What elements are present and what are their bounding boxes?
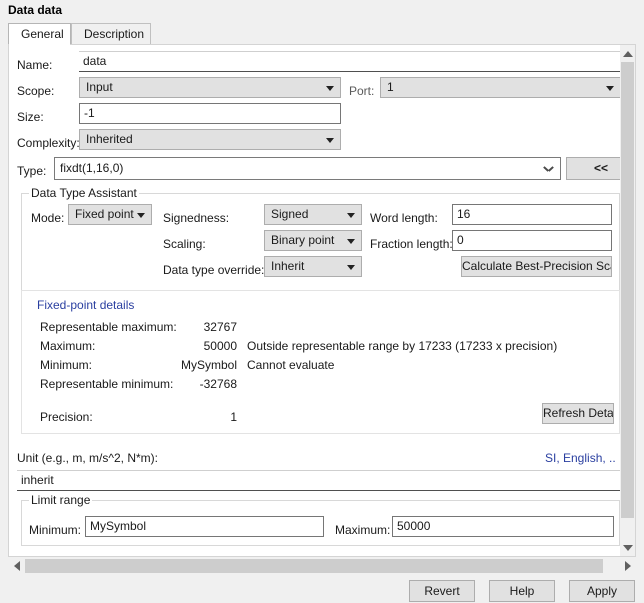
unit-input[interactable]: inherit [17,470,621,491]
tab-description[interactable]: Description [71,23,151,44]
scroll-up-button[interactable] [620,45,635,62]
port-value: 1 [387,80,394,94]
chevron-down-icon [544,165,553,174]
data-type-override-value: Inherit [271,259,304,273]
tab-general[interactable]: General [8,23,71,44]
limit-maximum-input[interactable]: 50000 [392,516,614,537]
complexity-value: Inherited [86,132,133,146]
type-value: fixdt(1,16,0) [60,161,123,175]
detail-label-maximum: Maximum: [40,338,95,354]
caret-down-icon [326,86,334,91]
chevron-down-icon [623,545,633,551]
chevron-up-icon [623,51,633,57]
scroll-right-button[interactable] [619,558,636,574]
data-type-override-label: Data type override: [163,262,264,278]
size-label: Size: [17,109,44,125]
name-label: Name: [17,57,52,73]
limit-minimum-input[interactable]: MySymbol [85,516,324,537]
scope-label: Scope: [17,83,54,99]
type-combobox[interactable]: fixdt(1,16,0) [54,157,561,180]
complexity-label: Complexity: [17,135,80,151]
caret-down-icon [326,138,334,143]
page-title: Data data [8,3,62,17]
detail-value-minimum: MySymbol [137,357,237,373]
scope-combobox[interactable]: Input [79,77,341,98]
group-top-right-rule [139,193,620,194]
unit-si-english-link[interactable]: SI, English, .. [545,450,616,466]
settings-scroll-pane: Name: data Scope: Input Port: 1 Size: -1… [8,44,636,557]
detail-value-representable-maximum: 32767 [137,319,237,335]
caret-down-icon [137,213,145,218]
size-input[interactable]: -1 [79,103,341,124]
limit-maximum-label: Maximum: [335,522,390,538]
data-properties-dialog: Data data General Description Name: data… [0,0,644,603]
calculate-best-precision-scaling-button[interactable]: Calculate Best-Precision Scaling [461,256,612,277]
scaling-label: Scaling: [163,236,206,252]
mode-label: Mode: [31,210,64,226]
scaling-value: Binary point [271,233,334,247]
caret-down-icon [606,86,614,91]
revert-button[interactable]: Revert [409,580,475,602]
scroll-down-button[interactable] [620,539,635,556]
data-type-assistant-caption: Data Type Assistant [31,186,137,200]
scaling-combobox[interactable]: Binary point [264,230,362,251]
word-length-input[interactable]: 16 [452,204,612,225]
horizontal-scroll-thumb[interactable] [25,559,603,573]
scope-value: Input [86,80,113,94]
fixed-point-details-link[interactable]: Fixed-point details [37,297,134,313]
caret-down-icon [347,239,355,244]
scroll-left-button[interactable] [8,558,25,574]
vertical-scroll-thumb[interactable] [621,62,634,518]
word-length-label: Word length: [370,210,438,226]
signedness-combobox[interactable]: Signed [264,204,362,225]
port-combobox[interactable]: 1 [380,77,621,98]
limit-range-top-left-rule [21,500,29,501]
vertical-scrollbar[interactable] [620,45,635,556]
fraction-length-label: Fraction length: [370,236,453,252]
fraction-length-input[interactable]: 0 [452,230,612,251]
data-type-override-combobox[interactable]: Inherit [264,256,362,277]
caret-down-icon [347,213,355,218]
detail-label-minimum: Minimum: [40,357,92,373]
detail-label-precision: Precision: [40,409,93,425]
detail-value-representable-minimum: -32768 [137,376,237,392]
mode-value: Fixed point [75,207,134,221]
detail-value-maximum: 50000 [137,338,237,354]
apply-button[interactable]: Apply [569,580,635,602]
group-top-left-rule [21,193,29,194]
caret-down-icon [347,265,355,270]
detail-value-precision: 1 [137,409,237,425]
tab-active-seam [9,44,70,45]
limit-range-caption: Limit range [31,493,90,507]
horizontal-scrollbar[interactable] [8,558,636,574]
tabstrip: General Description [8,23,636,45]
detail-note-maximum: Outside representable range by 17233 (17… [247,338,557,354]
unit-label: Unit (e.g., m, m/s^2, N*m): [17,450,158,466]
signedness-label: Signedness: [163,210,229,226]
name-input[interactable]: data [79,51,621,72]
type-label: Type: [17,163,46,179]
detail-note-minimum: Cannot evaluate [247,357,334,373]
refresh-details-button[interactable]: Refresh Details [542,403,614,424]
limit-minimum-label: Minimum: [29,522,81,538]
signedness-value: Signed [271,207,308,221]
port-label: Port: [349,83,374,99]
complexity-combobox[interactable]: Inherited [79,129,341,150]
settings-content: Name: data Scope: Input Port: 1 Size: -1… [9,45,621,556]
mode-combobox[interactable]: Fixed point [68,204,152,225]
chevron-right-icon [625,561,631,571]
dialog-button-bar: Revert Help Apply [0,577,644,603]
chevron-left-icon [14,561,20,571]
help-button[interactable]: Help [489,580,555,602]
limit-range-top-right-rule [92,500,620,501]
